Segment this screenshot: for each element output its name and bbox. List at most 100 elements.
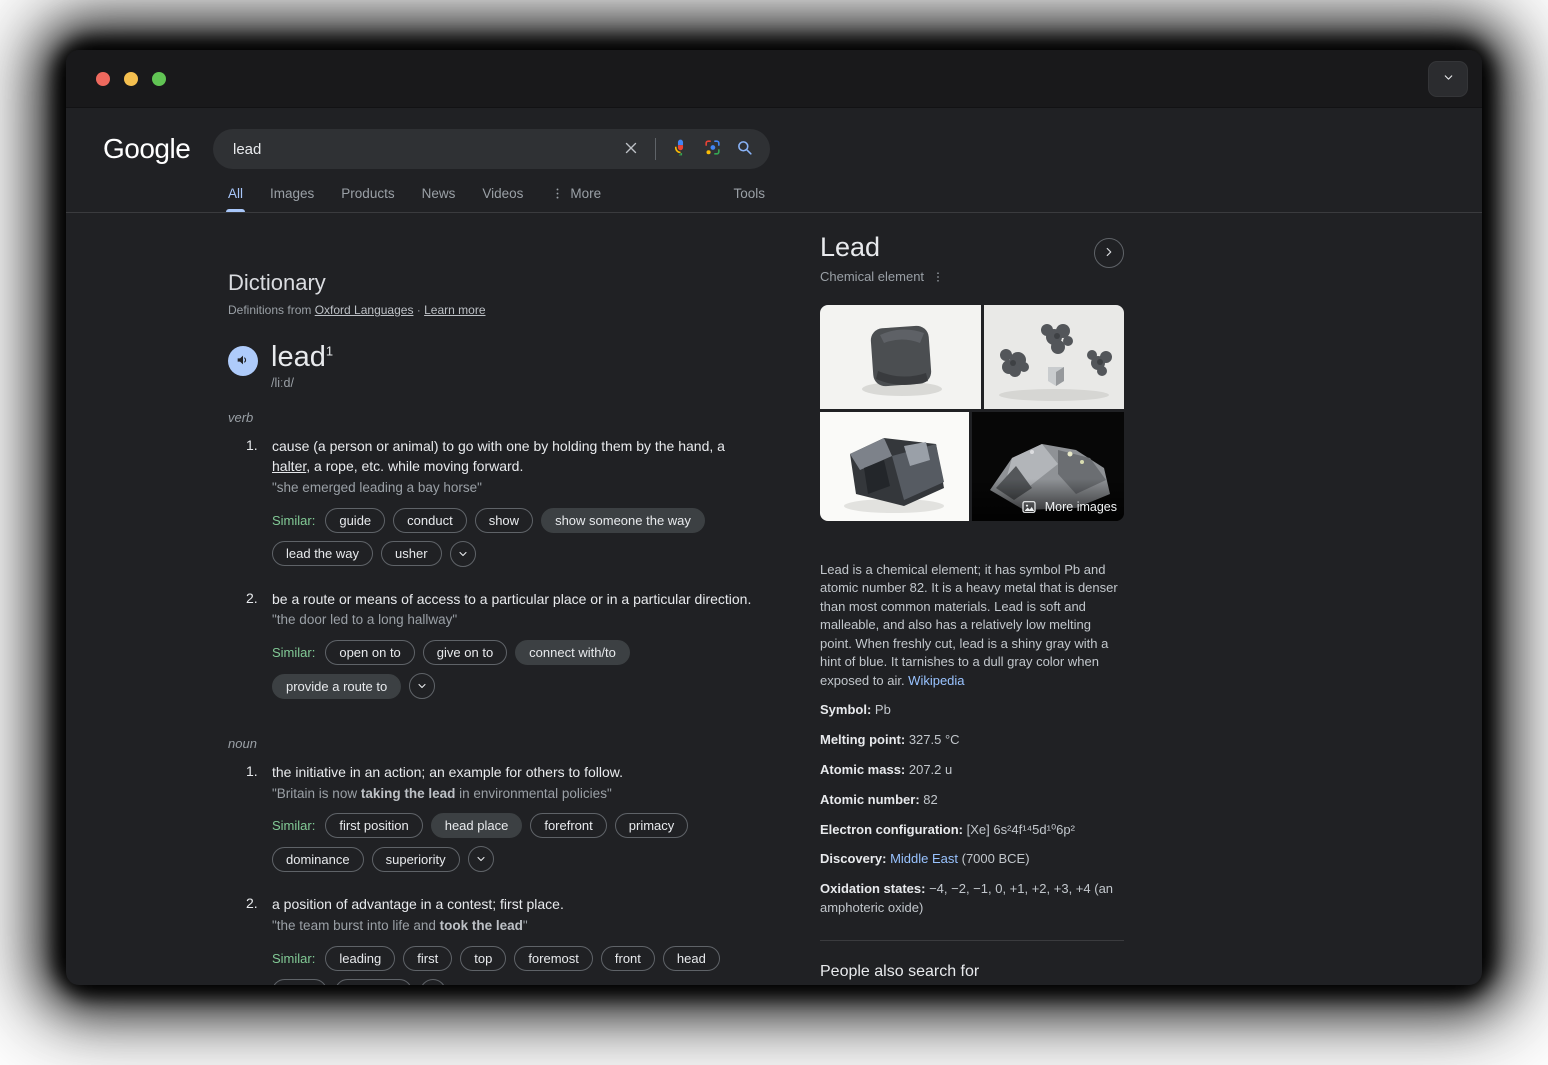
similar-row: Similar: open on togive on toconnect wit…: [272, 640, 763, 699]
similar-chip[interactable]: leading: [325, 946, 395, 971]
tab-products[interactable]: Products: [341, 186, 394, 212]
similar-chip[interactable]: conduct: [393, 508, 467, 533]
similar-chip[interactable]: forefront: [530, 813, 606, 838]
similar-chip[interactable]: usher: [381, 541, 442, 566]
tab-news[interactable]: News: [422, 186, 456, 212]
close-window-button[interactable]: [96, 72, 110, 86]
fact-symbol: Symbol: Pb: [820, 701, 1124, 720]
verb-definition-2: 2. be a route or means of access to a pa…: [246, 590, 763, 716]
entity-image-grid: More images: [820, 305, 1124, 521]
similar-chip[interactable]: open on to: [325, 640, 414, 665]
similar-expand-button[interactable]: [409, 673, 435, 699]
fact-electron-configuration: Electron configuration: [Xe] 6s²4f¹⁴5d¹⁰…: [820, 821, 1124, 840]
search-header: Google lead: [103, 129, 1482, 169]
screenshot-canvas: Google lead: [0, 0, 1548, 1065]
speaker-icon: [235, 352, 251, 371]
similar-label: Similar:: [272, 513, 315, 528]
pronounce-button[interactable]: [228, 346, 258, 376]
similar-chip[interactable]: show someone the way: [541, 508, 705, 533]
search-input[interactable]: lead: [233, 141, 622, 158]
definition-number: 1.: [246, 763, 272, 889]
similar-chip[interactable]: guide: [325, 508, 385, 533]
similar-expand-button[interactable]: [450, 541, 476, 567]
close-icon: [622, 139, 640, 160]
google-logo[interactable]: Google: [103, 133, 213, 165]
search-bar[interactable]: lead: [213, 129, 770, 169]
tools-button[interactable]: Tools: [733, 186, 765, 212]
similar-chip[interactable]: superiority: [372, 847, 460, 872]
results-column: Dictionary Definitions from Oxford Langu…: [228, 213, 763, 985]
similar-chip[interactable]: lead the way: [272, 541, 373, 566]
similar-chip[interactable]: head: [663, 946, 720, 971]
galena-cube-image[interactable]: [820, 412, 969, 521]
example-text: "she emerged leading a bay horse": [272, 479, 763, 498]
window-menu-button[interactable]: [1428, 61, 1468, 97]
similar-chip[interactable]: top: [460, 946, 506, 971]
entity-subtitle: Chemical element: [820, 269, 924, 284]
similar-chip[interactable]: give on to: [423, 640, 507, 665]
lens-search-button[interactable]: [703, 138, 722, 160]
definition-number: 2.: [246, 895, 272, 985]
similar-chip[interactable]: front: [601, 946, 655, 971]
similar-chip[interactable]: provide a route to: [272, 674, 401, 699]
halter-link[interactable]: halter: [272, 458, 306, 474]
similar-chip[interactable]: first position: [325, 813, 422, 838]
definition-text: cause (a person or animal) to go with on…: [272, 437, 763, 476]
dictionary-source: Definitions from Oxford Languages · Lear…: [228, 303, 763, 317]
similar-chip[interactable]: show: [475, 508, 533, 533]
similar-expand-button[interactable]: [468, 846, 494, 872]
chevron-down-icon: [1442, 71, 1455, 87]
search-submit-button[interactable]: [735, 138, 754, 160]
similar-chip[interactable]: principal: [335, 979, 411, 985]
similar-chip[interactable]: primacy: [615, 813, 689, 838]
headword-row: lead1 /liːd/: [228, 342, 763, 390]
learn-more-link[interactable]: Learn more: [424, 303, 485, 317]
tab-all[interactable]: All: [228, 186, 243, 212]
lead-crystals-image[interactable]: [984, 305, 1124, 409]
wikipedia-link[interactable]: Wikipedia: [908, 673, 964, 688]
entity-title: Lead: [820, 232, 945, 263]
similar-chip[interactable]: connect with/to: [515, 640, 630, 665]
similar-chip[interactable]: head place: [431, 813, 523, 838]
voice-search-button[interactable]: [671, 138, 690, 160]
lead-cube-image[interactable]: [820, 305, 981, 409]
tab-more[interactable]: More: [550, 186, 601, 212]
galena-rock-image[interactable]: More images: [972, 412, 1124, 521]
example-text: "the team burst into life and took the l…: [272, 917, 763, 936]
part-of-speech-verb: verb: [228, 410, 763, 425]
middle-east-link[interactable]: Middle East: [890, 851, 958, 866]
panel-next-button[interactable]: [1094, 238, 1124, 268]
fact-melting-point: Melting point: 327.5 °C: [820, 731, 1124, 750]
part-of-speech-noun: noun: [228, 736, 763, 751]
similar-chip[interactable]: foremost: [514, 946, 593, 971]
results-content: Dictionary Definitions from Oxford Langu…: [66, 213, 1482, 985]
traffic-lights: [96, 72, 166, 86]
entity-menu-icon[interactable]: [931, 270, 945, 284]
fact-oxidation-states: Oxidation states: −4, −2, −1, 0, +1, +2,…: [820, 880, 1124, 918]
google-lens-icon: [703, 138, 722, 160]
oxford-languages-link[interactable]: Oxford Languages: [315, 303, 414, 317]
similar-row: Similar: leadingfirsttopforemostfronthea…: [272, 946, 763, 985]
fact-atomic-number: Atomic number: 82: [820, 791, 1124, 810]
tab-images[interactable]: Images: [270, 186, 314, 212]
search-divider: [655, 138, 656, 160]
similar-chip[interactable]: chief: [272, 979, 327, 985]
similar-chip[interactable]: dominance: [272, 847, 364, 872]
similar-chip[interactable]: first: [403, 946, 452, 971]
tab-videos[interactable]: Videos: [482, 186, 523, 212]
knowledge-panel: Lead Chemical element: [820, 232, 1124, 985]
window-titlebar: [66, 50, 1482, 108]
noun-definition-2: 2. a position of advantage in a contest;…: [246, 895, 763, 985]
more-images-button[interactable]: More images: [1021, 499, 1117, 515]
clear-search-button[interactable]: [622, 139, 640, 160]
example-text: "Britain is now taking the lead in envir…: [272, 785, 763, 804]
similar-row: Similar: first positionhead placeforefro…: [272, 813, 763, 872]
browser-window: Google lead: [66, 50, 1482, 985]
definition-text: be a route or means of access to a parti…: [272, 590, 763, 610]
minimize-window-button[interactable]: [124, 72, 138, 86]
people-also-search-title: People also search for: [820, 963, 1124, 981]
similar-expand-button[interactable]: [420, 979, 446, 985]
definition-number: 1.: [246, 437, 272, 583]
dictionary-title: Dictionary: [228, 270, 763, 296]
zoom-window-button[interactable]: [152, 72, 166, 86]
